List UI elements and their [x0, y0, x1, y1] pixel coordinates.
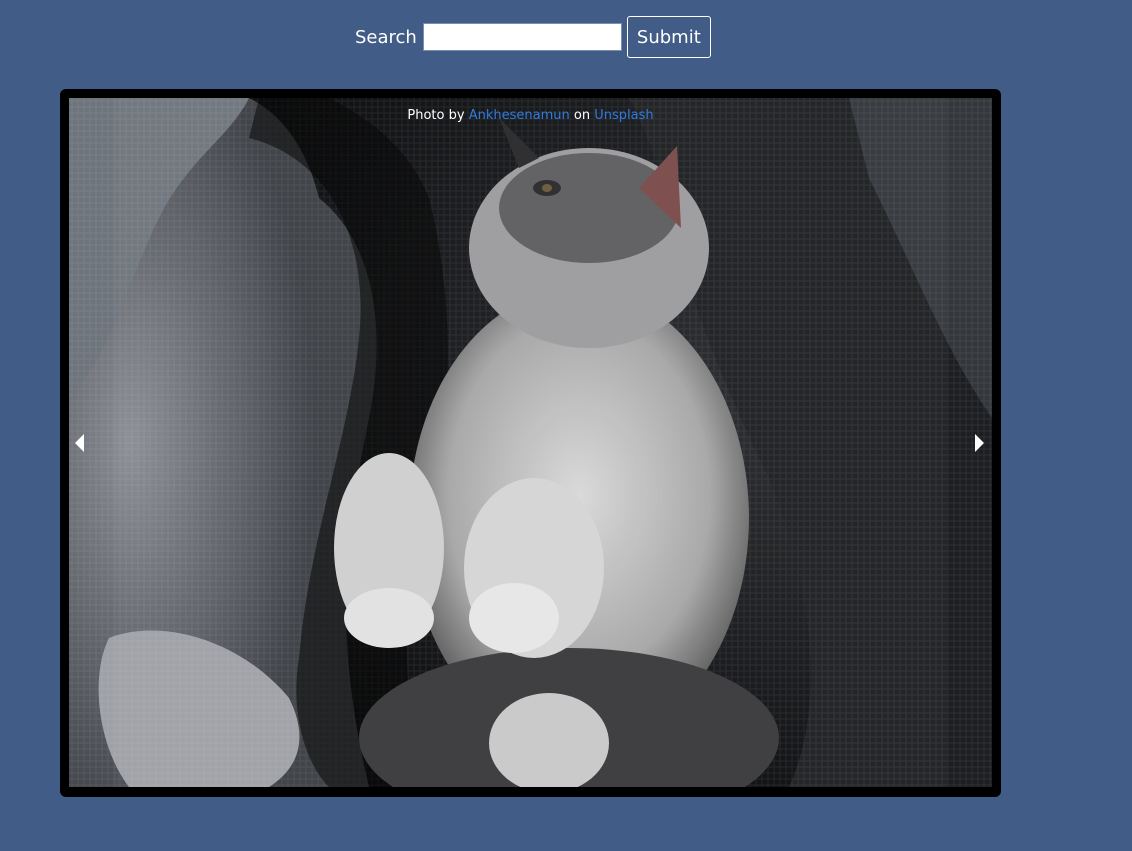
submit-button[interactable]: Submit	[626, 16, 711, 58]
chevron-left-icon	[75, 434, 84, 452]
search-bar: Search Submit	[355, 16, 711, 58]
credit-prefix: Photo by	[407, 108, 465, 123]
next-button[interactable]	[971, 432, 987, 454]
image-carousel: Photo by Ankhesenamun on Unsplash	[60, 89, 1001, 797]
search-input[interactable]	[422, 23, 622, 51]
credit-on: on	[573, 108, 591, 123]
photo-credit: Photo by Ankhesenamun on Unsplash	[69, 108, 992, 123]
cat-photo-illustration	[69, 98, 992, 787]
chevron-right-icon	[975, 434, 984, 452]
search-label: Search	[355, 26, 417, 48]
credit-author-link[interactable]: Ankhesenamun	[469, 108, 570, 123]
previous-button[interactable]	[72, 432, 88, 454]
cat-photo: Photo by Ankhesenamun on Unsplash	[69, 98, 992, 787]
credit-site-link[interactable]: Unsplash	[594, 108, 653, 123]
